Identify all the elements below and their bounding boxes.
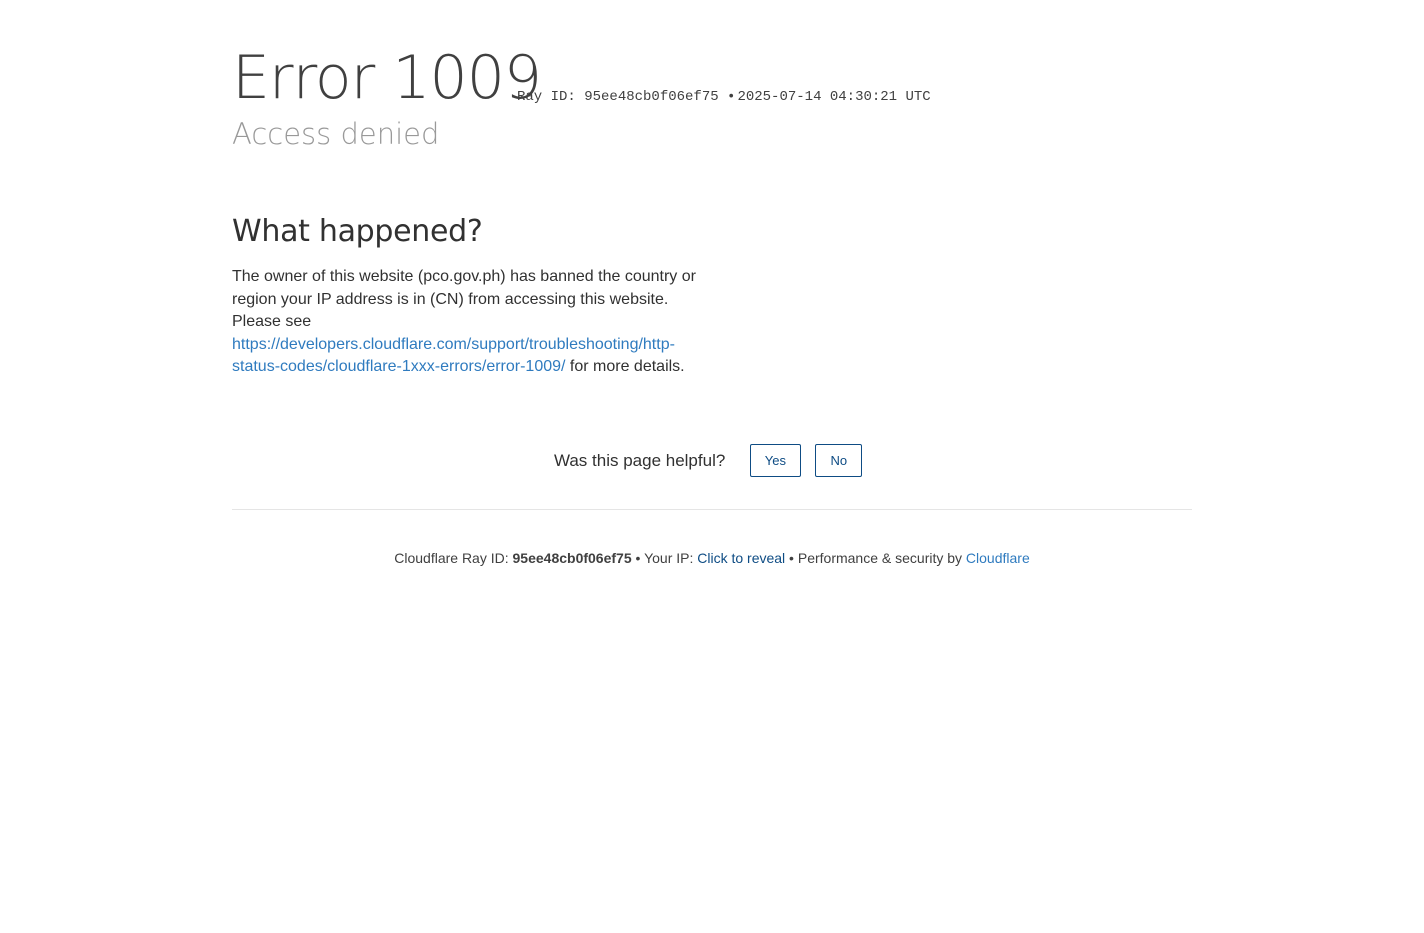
ray-id-meta: Ray ID: 95ee48cb0f06ef75 • 2025-07-14 04:…: [517, 89, 931, 105]
ray-id-footer-label: Cloudflare Ray ID:: [394, 550, 513, 566]
error-page: Error 1009 Ray ID: 95ee48cb0f06ef75 • 202…: [232, 0, 1192, 566]
error-header: Error 1009 Ray ID: 95ee48cb0f06ef75 • 202…: [232, 0, 1192, 160]
timestamp: 2025-07-14 04:30:21 UTC: [737, 89, 931, 105]
ray-id-footer-value: 95ee48cb0f06ef75: [512, 550, 632, 566]
explanation-text: The owner of this website (pco.gov.ph) h…: [232, 268, 696, 330]
access-denied-subtitle: Access denied: [232, 117, 440, 151]
yes-button[interactable]: Yes: [749, 444, 801, 477]
ip-label: Your IP:: [644, 550, 698, 566]
error-code-title: Error 1009: [232, 43, 542, 113]
cloudflare-link[interactable]: Cloudflare: [966, 550, 1030, 566]
footer-separator: •: [631, 550, 645, 566]
feedback-question: Was this page helpful?: [553, 450, 726, 470]
what-happened-heading: What happened?: [232, 214, 483, 249]
footer-divider: [232, 509, 1192, 510]
footer-separator: •: [785, 550, 798, 566]
reveal-ip-link[interactable]: Click to reveal: [697, 550, 785, 566]
ray-id-label: Ray ID: 95ee48cb0f06ef75: [517, 89, 719, 105]
bullet-separator: •: [727, 89, 736, 105]
what-happened-text: The owner of this website (pco.gov.ph) h…: [232, 266, 712, 379]
footer: Cloudflare Ray ID: 95ee48cb0f06ef75 • Yo…: [232, 549, 1192, 567]
what-happened-section: What happened? The owner of this website…: [232, 210, 712, 379]
feedback-bar: Was this page helpful? Yes No: [232, 444, 1192, 477]
performance-label: Performance & security by: [797, 550, 966, 566]
explanation-tail: for more details.: [565, 358, 685, 375]
no-button[interactable]: No: [815, 444, 863, 477]
